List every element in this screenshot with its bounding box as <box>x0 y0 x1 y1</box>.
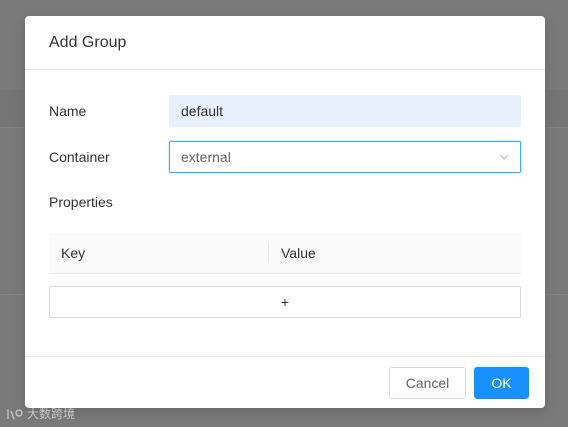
container-select[interactable]: external <box>169 141 521 173</box>
container-label: Container <box>49 149 110 165</box>
name-input[interactable]: default <box>169 95 521 127</box>
container-row: Container external <box>49 141 521 173</box>
name-row: Name default <box>49 95 521 127</box>
name-input-value: default <box>181 103 224 119</box>
watermark-text: 大数跨境 <box>27 407 76 421</box>
add-property-button[interactable]: + <box>49 286 521 318</box>
name-label: Name <box>49 103 87 119</box>
logo-icon <box>7 408 23 419</box>
dialog-header: Add Group <box>25 16 545 70</box>
chevron-down-icon <box>499 154 509 160</box>
container-select-value: external <box>181 149 231 165</box>
cancel-button[interactable]: Cancel <box>389 366 466 399</box>
add-group-dialog: Add Group Name default Container externa… <box>25 16 545 408</box>
column-header-key: Key <box>49 233 269 273</box>
watermark: 大数跨境 <box>6 405 75 422</box>
dialog-footer: Cancel OK <box>25 356 545 408</box>
column-header-value: Value <box>281 245 316 261</box>
dialog-title: Add Group <box>49 33 127 51</box>
properties-label: Properties <box>49 194 113 210</box>
properties-table-header: Key Value <box>49 233 521 274</box>
ok-button[interactable]: OK <box>474 366 529 399</box>
